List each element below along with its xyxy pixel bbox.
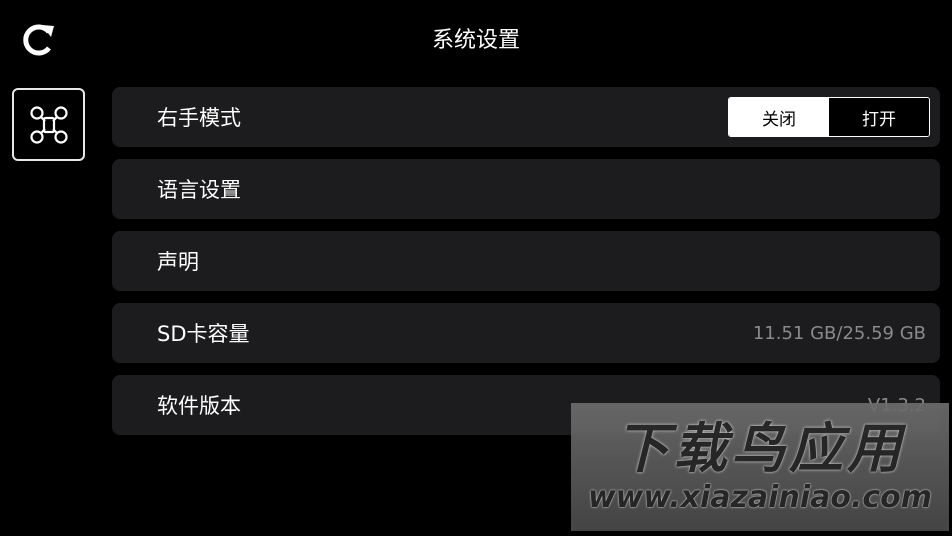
language-label: 语言设置 bbox=[157, 178, 241, 202]
sd-card-label: SD卡容量 bbox=[157, 322, 250, 346]
watermark: 下载鸟应用 www.xiazainiao.com bbox=[571, 403, 949, 531]
settings-list: 右手模式 关闭 打开 语言设置 声明 SD卡容量 11.51 GB/25.59 … bbox=[112, 87, 940, 447]
drone-icon bbox=[29, 105, 68, 144]
settings-row-hand-mode: 右手模式 关闭 打开 bbox=[112, 87, 940, 147]
hand-mode-off-button[interactable]: 关闭 bbox=[729, 98, 829, 136]
settings-row-language[interactable]: 语言设置 bbox=[112, 159, 940, 219]
settings-row-statement[interactable]: 声明 bbox=[112, 231, 940, 291]
page-title: 系统设置 bbox=[431, 28, 520, 53]
watermark-url: www.xiazainiao.com bbox=[587, 480, 933, 515]
hand-mode-label: 右手模式 bbox=[157, 106, 241, 130]
hand-mode-on-button[interactable]: 打开 bbox=[829, 98, 929, 136]
hand-mode-toggle[interactable]: 关闭 打开 bbox=[728, 97, 930, 137]
settings-row-sd-card: SD卡容量 11.51 GB/25.59 GB bbox=[112, 303, 940, 363]
sd-card-capacity: 11.51 GB/25.59 GB bbox=[752, 322, 926, 344]
statement-label: 声明 bbox=[157, 250, 199, 274]
watermark-title: 下载鸟应用 bbox=[615, 417, 905, 480]
sidebar-tab-aircraft[interactable] bbox=[12, 88, 85, 161]
